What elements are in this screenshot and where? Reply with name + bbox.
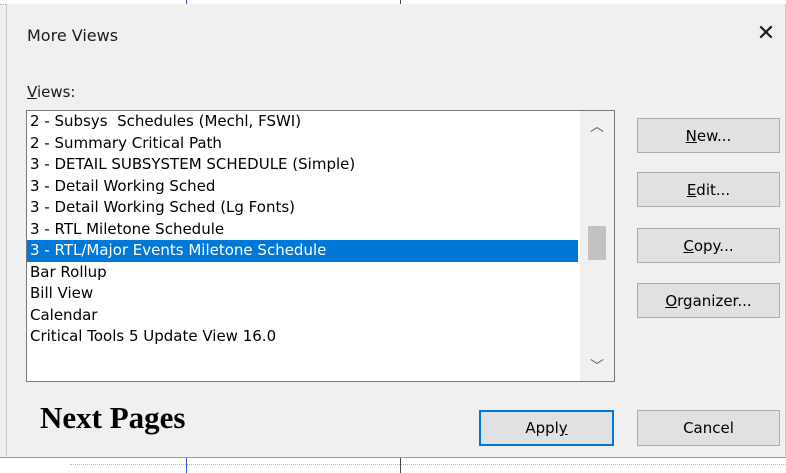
- list-item[interactable]: Calendar: [27, 305, 578, 327]
- cancel-button[interactable]: Cancel: [637, 410, 780, 446]
- organizer-accelerator: O: [665, 291, 678, 310]
- new-label: ew...: [696, 126, 732, 145]
- background-guide-line: [186, 458, 187, 473]
- apply-button[interactable]: Appl y: [479, 410, 614, 446]
- list-item[interactable]: Bar Rollup: [27, 262, 578, 284]
- background-guide-line: [400, 458, 401, 473]
- background-sheet-bottom: [0, 457, 786, 473]
- list-item[interactable]: 3 - RTL Miletone Schedule: [27, 219, 578, 241]
- views-label-accelerator: V: [27, 83, 37, 101]
- background-dotted-line: [70, 464, 786, 466]
- next-pages-annotation: Next Pages: [40, 400, 186, 435]
- list-item[interactable]: Critical Tools 5 Update View 16.0: [27, 326, 578, 348]
- new-button[interactable]: New...: [637, 118, 780, 153]
- scroll-down-icon[interactable]: ﹀: [580, 351, 614, 381]
- copy-accelerator: C: [683, 236, 694, 255]
- more-views-dialog: More Views ✕ Views: 2 - Subsys Schedules…: [6, 4, 786, 456]
- organizer-button[interactable]: Organizer...: [637, 283, 780, 318]
- page: More Views ✕ Views: 2 - Subsys Schedules…: [0, 0, 786, 473]
- close-icon[interactable]: ✕: [749, 16, 783, 50]
- list-item[interactable]: 2 - Subsys Schedules (Mechl, FSWI): [27, 111, 578, 133]
- apply-label: Appl: [525, 419, 559, 437]
- views-label: Views:: [27, 83, 75, 101]
- scroll-thumb[interactable]: [588, 226, 606, 260]
- new-accelerator: N: [685, 126, 697, 145]
- list-item-selected[interactable]: 3 - RTL/Major Events Miletone Schedule: [27, 240, 578, 262]
- views-label-text: iews:: [36, 83, 76, 101]
- edit-accelerator: E: [686, 180, 697, 199]
- vertical-scrollbar[interactable]: ︿ ﹀: [580, 111, 614, 381]
- edit-button[interactable]: Edit...: [637, 172, 780, 207]
- list-item[interactable]: Bill View: [27, 283, 578, 305]
- list-item[interactable]: 2 - Summary Critical Path: [27, 133, 578, 155]
- apply-accelerator: y: [558, 419, 568, 437]
- list-item[interactable]: 3 - Detail Working Sched (Lg Fonts): [27, 197, 578, 219]
- edit-label: dit...: [696, 180, 731, 199]
- organizer-label: rganizer...: [677, 291, 752, 310]
- dialog-title: More Views: [27, 26, 119, 45]
- list-item[interactable]: 3 - Detail Working Sched: [27, 176, 578, 198]
- copy-button[interactable]: Copy...: [637, 228, 780, 263]
- views-listbox[interactable]: 2 - Subsys Schedules (Mechl, FSWI) 2 - Su…: [26, 110, 615, 382]
- list-item[interactable]: 3 - DETAIL SUBSYSTEM SCHEDULE (Simple): [27, 154, 578, 176]
- views-list: 2 - Subsys Schedules (Mechl, FSWI) 2 - Su…: [27, 111, 578, 348]
- scroll-up-icon[interactable]: ︿: [580, 111, 614, 141]
- copy-label: opy...: [693, 236, 734, 255]
